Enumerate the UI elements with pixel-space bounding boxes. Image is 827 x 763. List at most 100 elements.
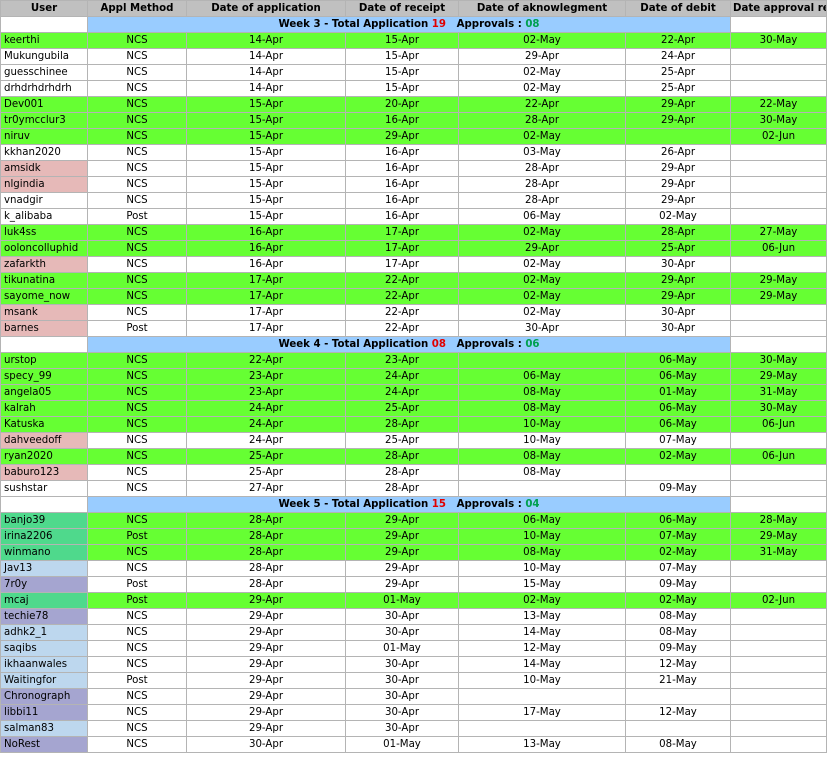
cell-date-of-debit[interactable]: 12-May bbox=[625, 704, 731, 721]
cell-date-of-acknowledgment[interactable] bbox=[458, 688, 626, 705]
cell-appl-method[interactable]: NCS bbox=[87, 224, 187, 241]
cell-date-of-application[interactable]: 14-Apr bbox=[186, 80, 346, 97]
cell-date-approval-received[interactable] bbox=[730, 208, 827, 225]
cell-date-approval-received[interactable] bbox=[730, 432, 827, 449]
cell-date-of-debit[interactable]: 29-Apr bbox=[625, 192, 731, 209]
cell-date-of-acknowledgment[interactable]: 13-May bbox=[458, 608, 626, 625]
cell-date-of-receipt[interactable]: 15-Apr bbox=[345, 64, 459, 81]
cell-date-approval-received[interactable] bbox=[730, 672, 827, 689]
cell-date-of-receipt[interactable]: 15-Apr bbox=[345, 32, 459, 49]
cell-date-of-acknowledgment[interactable]: 14-May bbox=[458, 624, 626, 641]
cell-date-approval-received[interactable]: 30-May bbox=[730, 112, 827, 129]
cell-date-of-debit[interactable]: 01-May bbox=[625, 384, 731, 401]
cell-date-of-acknowledgment[interactable]: 02-May bbox=[458, 288, 626, 305]
cell-appl-method[interactable]: NCS bbox=[87, 352, 187, 369]
cell-date-of-acknowledgment[interactable]: 02-May bbox=[458, 304, 626, 321]
cell-date-of-application[interactable]: 17-Apr bbox=[186, 304, 346, 321]
cell-appl-method[interactable]: NCS bbox=[87, 240, 187, 257]
cell-date-of-acknowledgment[interactable] bbox=[458, 720, 626, 737]
cell-date-of-acknowledgment[interactable]: 02-May bbox=[458, 224, 626, 241]
cell-user[interactable]: keerthi bbox=[0, 32, 88, 49]
cell-appl-method[interactable]: NCS bbox=[87, 416, 187, 433]
cell-user[interactable]: kalrah bbox=[0, 400, 88, 417]
cell-date-of-acknowledgment[interactable]: 08-May bbox=[458, 448, 626, 465]
cell-appl-method[interactable]: Post bbox=[87, 592, 187, 609]
cell-appl-method[interactable]: NCS bbox=[87, 544, 187, 561]
cell-date-of-receipt[interactable]: 25-Apr bbox=[345, 432, 459, 449]
cell-date-of-acknowledgment[interactable]: 15-May bbox=[458, 576, 626, 593]
cell-date-approval-received[interactable]: 06-Jun bbox=[730, 416, 827, 433]
cell-date-of-application[interactable]: 16-Apr bbox=[186, 256, 346, 273]
cell-appl-method[interactable]: NCS bbox=[87, 176, 187, 193]
cell-date-of-debit[interactable]: 06-May bbox=[625, 512, 731, 529]
week-title-cell[interactable]: Week 5 - Total Application 15 Approvals … bbox=[87, 496, 731, 513]
cell-date-approval-received[interactable] bbox=[730, 656, 827, 673]
cell-date-of-receipt[interactable]: 01-May bbox=[345, 640, 459, 657]
cell-appl-method[interactable]: NCS bbox=[87, 304, 187, 321]
header-appl-method[interactable]: Appl Method bbox=[87, 0, 187, 17]
cell-date-of-receipt[interactable]: 16-Apr bbox=[345, 208, 459, 225]
cell-appl-method[interactable]: NCS bbox=[87, 288, 187, 305]
week-header-blank-cell[interactable] bbox=[730, 16, 827, 33]
week-header-blank-cell[interactable] bbox=[730, 496, 827, 513]
cell-date-approval-received[interactable]: 30-May bbox=[730, 400, 827, 417]
cell-date-of-application[interactable]: 28-Apr bbox=[186, 528, 346, 545]
cell-date-of-application[interactable]: 17-Apr bbox=[186, 320, 346, 337]
cell-date-of-debit[interactable]: 02-May bbox=[625, 448, 731, 465]
cell-date-of-application[interactable]: 29-Apr bbox=[186, 688, 346, 705]
cell-date-of-acknowledgment[interactable] bbox=[458, 352, 626, 369]
week-header-blank-cell[interactable] bbox=[0, 16, 88, 33]
cell-appl-method[interactable]: NCS bbox=[87, 128, 187, 145]
cell-date-of-receipt[interactable]: 30-Apr bbox=[345, 672, 459, 689]
cell-date-approval-received[interactable] bbox=[730, 144, 827, 161]
cell-user[interactable]: zafarkth bbox=[0, 256, 88, 273]
cell-date-of-receipt[interactable]: 22-Apr bbox=[345, 304, 459, 321]
cell-date-of-acknowledgment[interactable]: 28-Apr bbox=[458, 192, 626, 209]
cell-user[interactable]: Mukungubila bbox=[0, 48, 88, 65]
cell-date-of-debit[interactable]: 24-Apr bbox=[625, 48, 731, 65]
cell-date-approval-received[interactable]: 29-May bbox=[730, 368, 827, 385]
cell-date-of-application[interactable]: 25-Apr bbox=[186, 464, 346, 481]
cell-date-of-acknowledgment[interactable]: 08-May bbox=[458, 464, 626, 481]
cell-date-of-receipt[interactable]: 24-Apr bbox=[345, 368, 459, 385]
cell-date-of-receipt[interactable]: 28-Apr bbox=[345, 480, 459, 497]
cell-date-of-debit[interactable]: 02-May bbox=[625, 208, 731, 225]
cell-date-of-application[interactable]: 15-Apr bbox=[186, 128, 346, 145]
cell-appl-method[interactable]: NCS bbox=[87, 480, 187, 497]
cell-date-of-acknowledgment[interactable]: 28-Apr bbox=[458, 112, 626, 129]
cell-date-of-application[interactable]: 15-Apr bbox=[186, 208, 346, 225]
week-title-cell[interactable]: Week 3 - Total Application 19 Approvals … bbox=[87, 16, 731, 33]
cell-date-approval-received[interactable] bbox=[730, 320, 827, 337]
cell-date-of-receipt[interactable]: 30-Apr bbox=[345, 704, 459, 721]
cell-date-approval-received[interactable] bbox=[730, 160, 827, 177]
cell-date-approval-received[interactable] bbox=[730, 64, 827, 81]
cell-date-of-receipt[interactable]: 16-Apr bbox=[345, 192, 459, 209]
cell-appl-method[interactable]: NCS bbox=[87, 112, 187, 129]
cell-appl-method[interactable]: NCS bbox=[87, 80, 187, 97]
cell-date-approval-received[interactable]: 29-May bbox=[730, 528, 827, 545]
cell-date-of-application[interactable]: 29-Apr bbox=[186, 720, 346, 737]
cell-date-of-acknowledgment[interactable]: 10-May bbox=[458, 432, 626, 449]
cell-user[interactable]: vnadgir bbox=[0, 192, 88, 209]
cell-user[interactable]: angela05 bbox=[0, 384, 88, 401]
cell-date-of-debit[interactable]: 29-Apr bbox=[625, 272, 731, 289]
cell-date-of-application[interactable]: 28-Apr bbox=[186, 560, 346, 577]
cell-date-of-debit[interactable]: 26-Apr bbox=[625, 144, 731, 161]
cell-date-of-acknowledgment[interactable]: 03-May bbox=[458, 144, 626, 161]
cell-date-of-acknowledgment[interactable]: 17-May bbox=[458, 704, 626, 721]
cell-date-of-acknowledgment[interactable]: 06-May bbox=[458, 368, 626, 385]
cell-date-of-debit[interactable] bbox=[625, 688, 731, 705]
cell-date-of-application[interactable]: 28-Apr bbox=[186, 544, 346, 561]
cell-date-approval-received[interactable]: 28-May bbox=[730, 512, 827, 529]
cell-appl-method[interactable]: NCS bbox=[87, 64, 187, 81]
cell-date-of-acknowledgment[interactable]: 10-May bbox=[458, 416, 626, 433]
cell-date-of-debit[interactable]: 12-May bbox=[625, 656, 731, 673]
week-header-blank-cell[interactable] bbox=[0, 496, 88, 513]
cell-date-of-receipt[interactable]: 22-Apr bbox=[345, 288, 459, 305]
cell-date-approval-received[interactable] bbox=[730, 640, 827, 657]
cell-date-of-application[interactable]: 29-Apr bbox=[186, 704, 346, 721]
cell-date-approval-received[interactable]: 06-Jun bbox=[730, 448, 827, 465]
cell-date-of-application[interactable]: 30-Apr bbox=[186, 736, 346, 753]
cell-date-approval-received[interactable]: 02-Jun bbox=[730, 128, 827, 145]
cell-user[interactable]: Katuska bbox=[0, 416, 88, 433]
